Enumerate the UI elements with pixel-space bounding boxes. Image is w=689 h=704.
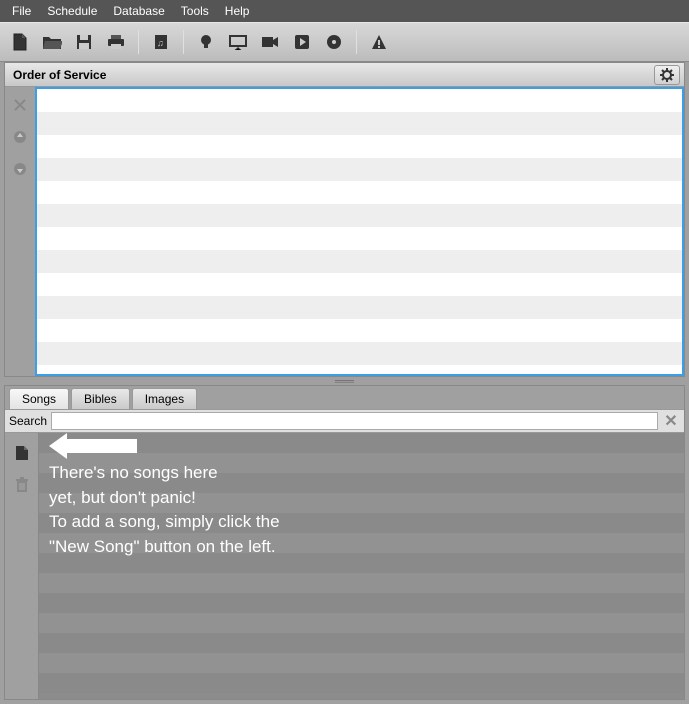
splitter[interactable]: ═══ (4, 377, 685, 385)
presentation-icon (229, 34, 247, 50)
service-list[interactable] (35, 87, 684, 376)
play-button[interactable] (288, 28, 316, 56)
toolbar-separator (138, 30, 139, 54)
remove-item-button[interactable] (10, 95, 30, 115)
list-row (37, 112, 682, 135)
delete-song-button[interactable] (12, 475, 32, 495)
dvd-button[interactable] (320, 28, 348, 56)
list-row (39, 453, 684, 473)
video-button[interactable] (256, 28, 284, 56)
close-icon (14, 99, 26, 111)
list-row (39, 633, 684, 653)
menu-database[interactable]: Database (105, 3, 172, 19)
list-row (39, 533, 684, 553)
list-row (37, 135, 682, 158)
music-file-icon: ♫ (154, 34, 168, 50)
menu-file[interactable]: File (4, 3, 39, 19)
warning-icon (371, 34, 387, 50)
clear-search-button[interactable]: ✕ (662, 412, 680, 430)
library-tabs: Songs Bibles Images (5, 386, 684, 409)
list-row (37, 89, 682, 112)
list-row (37, 342, 682, 365)
print-button[interactable] (102, 28, 130, 56)
toolbar-separator (183, 30, 184, 54)
move-down-button[interactable] (10, 159, 30, 179)
menu-schedule[interactable]: Schedule (39, 3, 105, 19)
svg-text:♫: ♫ (157, 38, 164, 48)
tab-images[interactable]: Images (132, 388, 197, 409)
library-side-toolbar (5, 433, 39, 699)
video-icon (261, 36, 279, 48)
search-label: Search (9, 414, 47, 428)
save-button[interactable] (70, 28, 98, 56)
arrow-down-circle-icon (13, 162, 27, 176)
list-row (39, 553, 684, 573)
folder-open-icon (42, 34, 62, 50)
song-list[interactable]: There's no songs here yet, but don't pan… (39, 433, 684, 699)
list-row (37, 181, 682, 204)
list-row (37, 319, 682, 342)
order-of-service-panel: Order of Service (4, 62, 685, 377)
arrow-up-circle-icon (13, 130, 27, 144)
library-panel: Songs Bibles Images Search ✕ (4, 385, 685, 700)
new-file-button[interactable] (6, 28, 34, 56)
lightbulb-icon (200, 34, 212, 50)
list-row (39, 573, 684, 593)
menu-tools[interactable]: Tools (173, 3, 217, 19)
new-file-icon (12, 33, 28, 51)
list-row (37, 204, 682, 227)
print-icon (107, 34, 125, 50)
panel-header: Order of Service (5, 63, 684, 87)
list-row (39, 673, 684, 693)
search-bar: Search ✕ (5, 409, 684, 433)
list-row (37, 296, 682, 319)
service-side-toolbar (5, 87, 35, 376)
gear-icon (660, 68, 674, 82)
panel-title: Order of Service (13, 68, 106, 82)
menu-help[interactable]: Help (217, 3, 258, 19)
new-file-icon (15, 445, 29, 461)
list-row (39, 493, 684, 513)
panel-settings-button[interactable] (654, 65, 680, 85)
list-row (39, 613, 684, 633)
main-toolbar: ♫ (0, 22, 689, 62)
tab-songs[interactable]: Songs (9, 388, 69, 409)
close-icon: ✕ (664, 411, 677, 431)
search-input[interactable] (51, 412, 658, 430)
list-row (39, 593, 684, 613)
lightbulb-button[interactable] (192, 28, 220, 56)
list-row (39, 433, 684, 453)
toolbar-separator (356, 30, 357, 54)
trash-icon (15, 477, 29, 493)
menubar: File Schedule Database Tools Help (0, 0, 689, 22)
list-row (37, 158, 682, 181)
presentation-button[interactable] (224, 28, 252, 56)
tab-bibles[interactable]: Bibles (71, 388, 130, 409)
play-icon (294, 34, 310, 50)
music-file-button[interactable]: ♫ (147, 28, 175, 56)
list-row (39, 653, 684, 673)
open-button[interactable] (38, 28, 66, 56)
list-row (37, 250, 682, 273)
list-row (39, 473, 684, 493)
list-row (39, 513, 684, 533)
list-row (37, 227, 682, 250)
list-row (37, 273, 682, 296)
move-up-button[interactable] (10, 127, 30, 147)
new-song-button[interactable] (12, 443, 32, 463)
save-icon (76, 34, 92, 50)
disc-icon (326, 34, 342, 50)
alert-button[interactable] (365, 28, 393, 56)
